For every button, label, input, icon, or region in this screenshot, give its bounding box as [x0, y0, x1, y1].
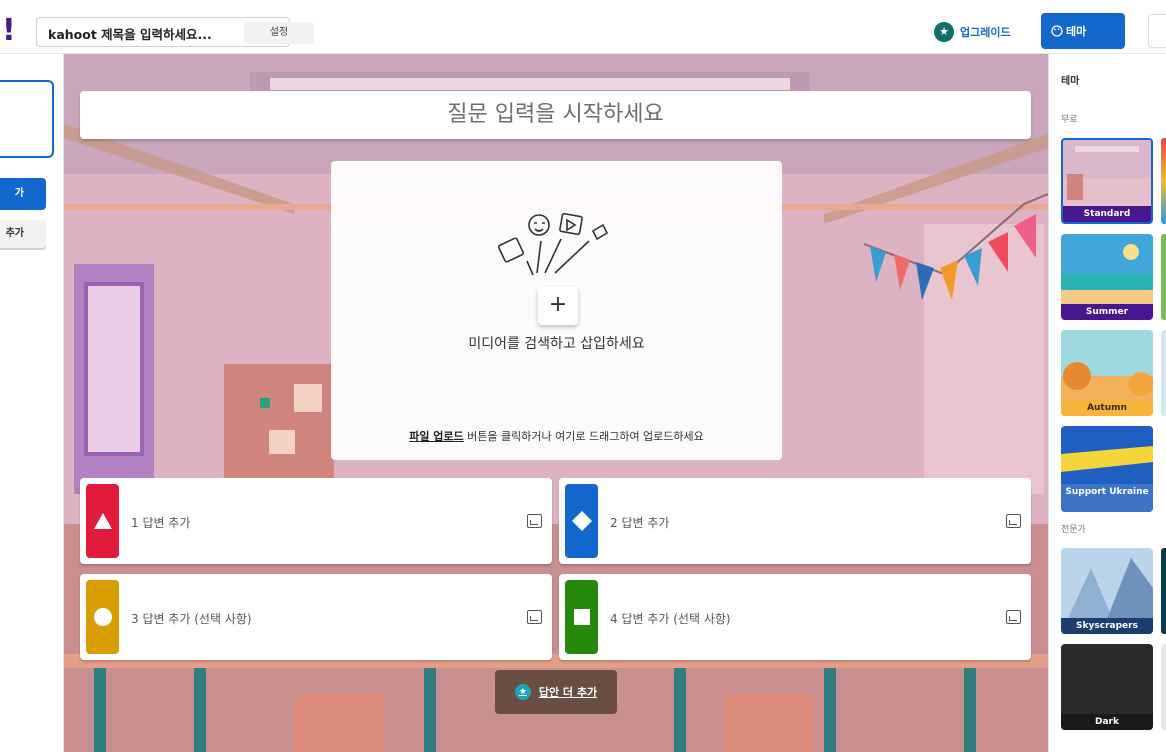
theme-label-autumn: Autumn [1061, 400, 1153, 416]
media-illustration-icon [497, 212, 609, 276]
add-question-button[interactable]: 가 [0, 178, 46, 210]
theme-peek-3 [1161, 330, 1166, 416]
add-from-bank-button[interactable]: 추가 [0, 220, 46, 248]
star-icon: ★ [934, 22, 954, 42]
theme-peek-1 [1161, 138, 1166, 224]
upload-hint-text: 버튼을 클릭하거나 여기로 드래그하여 업로드하세요 [463, 430, 704, 443]
theme-panel-heading: 테마 [1061, 76, 1080, 87]
question-input[interactable]: 질문 입력을 시작하세요 [80, 91, 1031, 139]
kahoot-logo[interactable]: ! [2, 14, 16, 48]
answer-2-tile[interactable]: 2 답변 추가 [559, 478, 1031, 564]
upload-hint: 파일 업로드 버튼을 클릭하거나 여기로 드래그하여 업로드하세요 [331, 428, 782, 444]
overflow-button[interactable] [1148, 14, 1166, 48]
answer-1-image-icon[interactable] [527, 514, 542, 528]
answer-2-input[interactable]: 2 답변 추가 [610, 514, 669, 531]
answer-3-tile[interactable]: 3 답변 추가 (선택 사항) [80, 574, 552, 660]
triangle-icon [93, 513, 112, 529]
answer-1-shape [86, 484, 119, 558]
theme-card-autumn[interactable]: Autumn [1061, 330, 1153, 416]
theme-label-summer: Summer [1061, 304, 1153, 320]
answer-4-shape [565, 580, 598, 654]
theme-peek-4 [1161, 548, 1166, 634]
theme-button[interactable]: 테마 [1041, 13, 1125, 49]
answer-2-shape [565, 484, 598, 558]
theme-card-dark[interactable]: Dark [1061, 644, 1153, 730]
theme-label-standard: Standard [1063, 206, 1151, 222]
theme-button-label: 테마 [1066, 25, 1087, 38]
top-bar: ! kahoot 제목을 입력하세요... 설정 ★ 업그레이드 테마 [0, 10, 1166, 54]
kahoot-title-text: kahoot 제목을 입력하세요... [48, 27, 212, 42]
square-icon [573, 609, 590, 625]
theme-peek-2 [1161, 234, 1166, 320]
upgrade-label: 업그레이드 [960, 26, 1011, 39]
theme-label-ukraine: Support Ukraine [1061, 484, 1153, 512]
answer-1-tile[interactable]: 1 답변 추가 [80, 478, 552, 564]
answer-4-image-icon[interactable] [1006, 610, 1021, 624]
answer-3-shape [86, 580, 119, 654]
upgrade-button[interactable]: ★ 업그레이드 [934, 20, 1011, 44]
diamond-icon [571, 511, 592, 531]
star-icon: ★ [514, 684, 531, 700]
settings-button[interactable]: 설정 [244, 22, 314, 44]
upload-file-link[interactable]: 파일 업로드 [409, 430, 463, 443]
slides-sidebar: 가 추가 [0, 54, 64, 752]
theme-peek-5 [1161, 644, 1166, 730]
free-section-label: 무료 [1061, 115, 1078, 125]
question-placeholder: 질문 입력을 시작하세요 [447, 102, 664, 127]
answer-2-image-icon[interactable] [1006, 514, 1021, 528]
palette-icon [1051, 25, 1063, 37]
answer-1-input[interactable]: 1 답변 추가 [131, 514, 190, 531]
media-label: 미디어를 검색하고 삽입하세요 [468, 336, 645, 352]
kahoot-creator: ! kahoot 제목을 입력하세요... 설정 ★ 업그레이드 테마 가 추가… [0, 0, 1166, 752]
media-dropzone[interactable]: + 미디어를 검색하고 삽입하세요 파일 업로드 버튼을 클릭하거나 여기로 드… [331, 161, 782, 460]
theme-label-dark: Dark [1061, 714, 1153, 730]
pro-section-label: 전문가 [1061, 525, 1086, 535]
kahoot-title-field[interactable]: kahoot 제목을 입력하세요... 설정 [36, 17, 314, 47]
answer-3-input[interactable]: 3 답변 추가 (선택 사항) [131, 610, 252, 627]
add-more-answers-label: 답안 더 추가 [538, 686, 598, 699]
add-media-button[interactable]: + [538, 287, 578, 325]
answer-3-image-icon[interactable] [527, 610, 542, 624]
theme-card-skyscrapers[interactable]: Skyscrapers [1061, 548, 1153, 634]
add-more-answers-button[interactable]: ★ 답안 더 추가 [495, 670, 617, 714]
theme-card-summer[interactable]: Summer [1061, 234, 1153, 320]
slide-thumbnail[interactable] [0, 80, 54, 158]
theme-card-standard[interactable]: Standard [1061, 138, 1153, 224]
theme-panel: 테마 무료 Standard Summer Autumn Support Ukr… [1048, 54, 1166, 752]
answer-4-tile[interactable]: 4 답변 추가 (선택 사항) [559, 574, 1031, 660]
circle-icon [93, 608, 112, 626]
theme-label-skyscrapers: Skyscrapers [1061, 618, 1153, 634]
theme-card-support-ukraine[interactable]: Support Ukraine [1061, 426, 1153, 512]
answer-4-input[interactable]: 4 답변 추가 (선택 사항) [610, 610, 731, 627]
